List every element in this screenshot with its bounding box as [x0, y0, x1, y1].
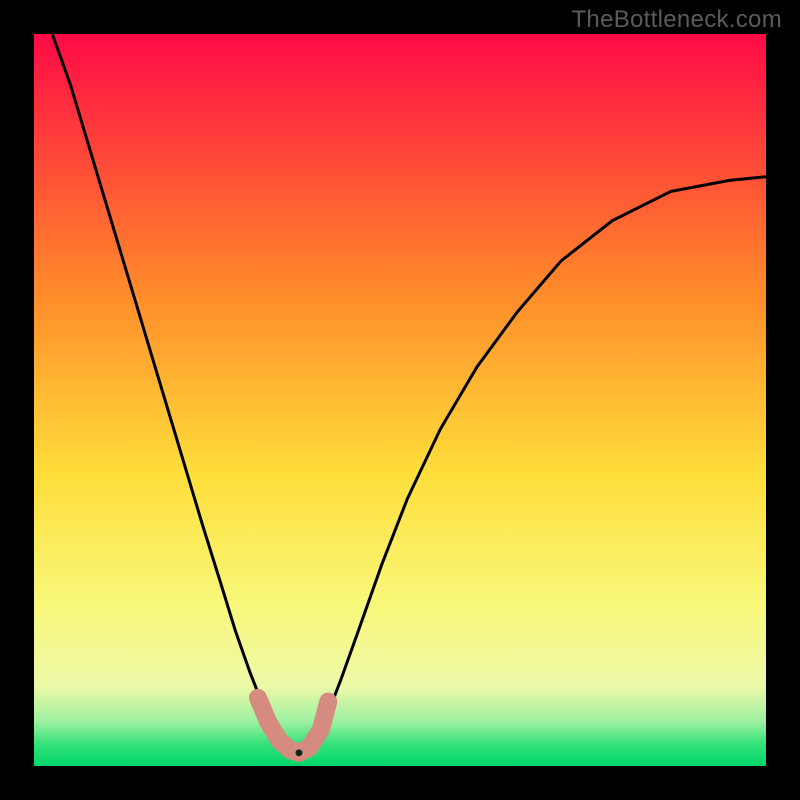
valley-min-dot [295, 749, 302, 756]
chart-frame: TheBottleneck.com [0, 0, 800, 800]
watermark-text: TheBottleneck.com [571, 6, 782, 34]
bottleneck-chart [34, 34, 766, 766]
chart-background [34, 34, 766, 766]
